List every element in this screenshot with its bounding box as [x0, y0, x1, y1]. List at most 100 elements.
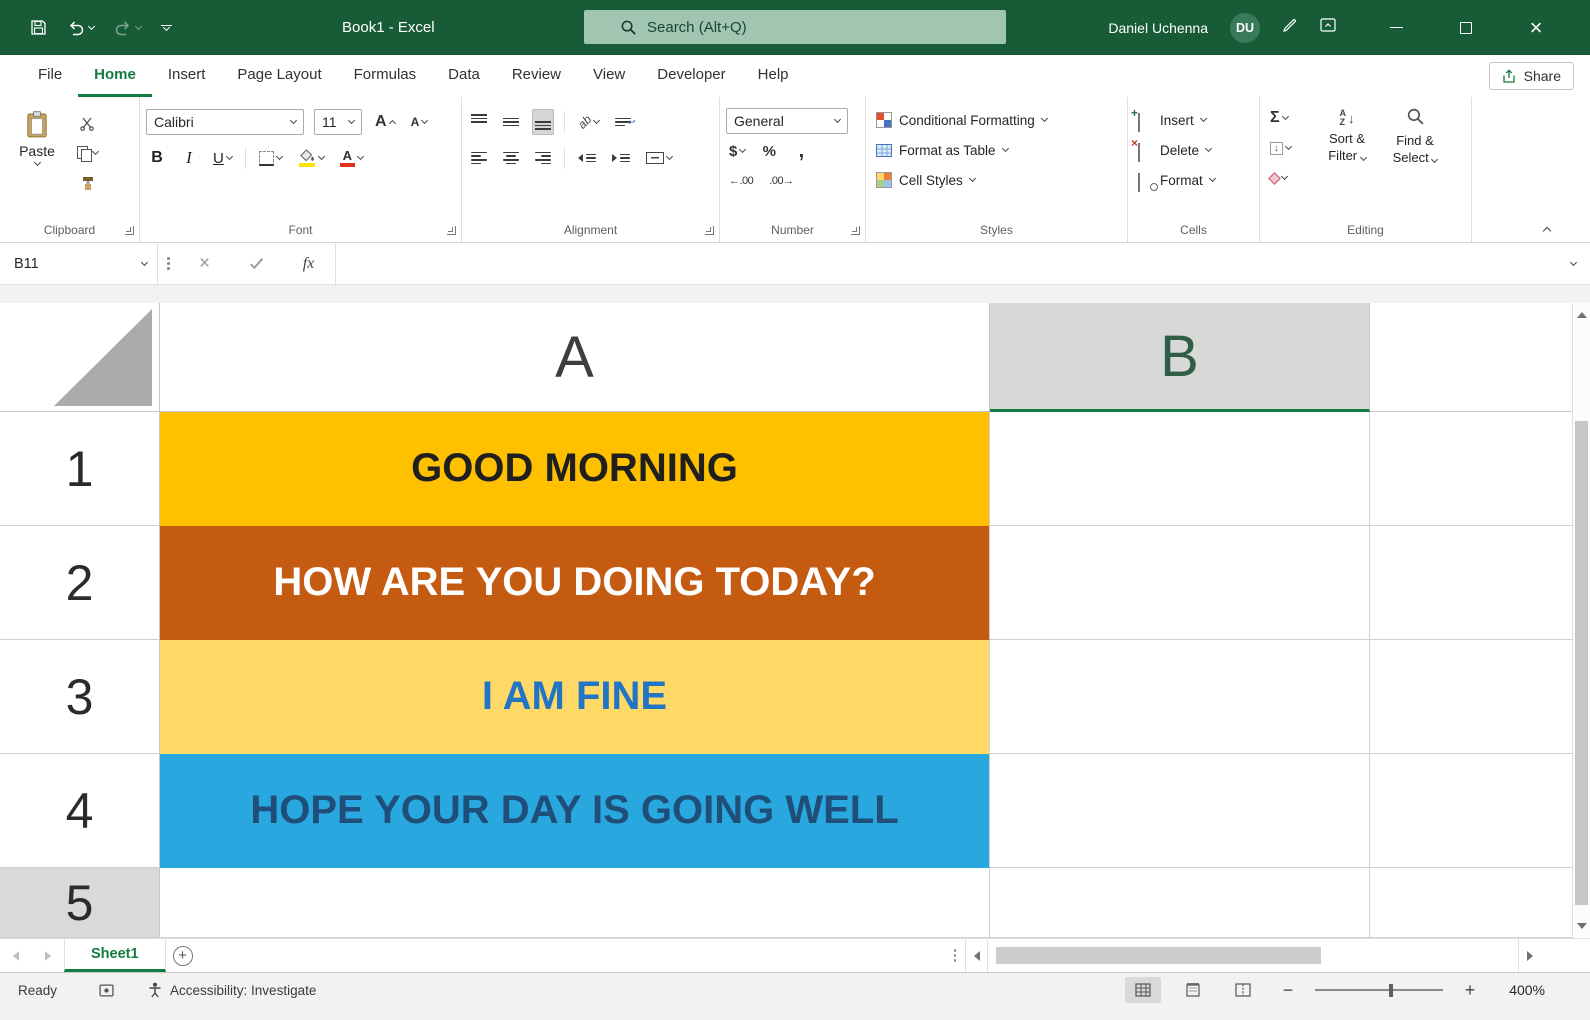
bottom-align-button[interactable] [532, 109, 554, 135]
paste-button[interactable]: Paste [6, 109, 68, 218]
tab-formulas[interactable]: Formulas [338, 55, 433, 97]
normal-view-button[interactable] [1125, 977, 1161, 1003]
select-all-button[interactable] [0, 303, 160, 412]
zoom-slider-thumb[interactable] [1389, 984, 1393, 997]
font-size-select[interactable]: 11 [314, 109, 362, 135]
search-box[interactable] [584, 10, 1006, 44]
row-header-1[interactable]: 1 [0, 412, 160, 526]
cell-b4[interactable] [990, 754, 1370, 868]
next-sheet-button[interactable] [32, 939, 64, 972]
cell-b3[interactable] [990, 640, 1370, 754]
cell-a1[interactable]: GOOD MORNING [160, 412, 990, 526]
macro-record-button[interactable] [99, 984, 114, 997]
cell-c3[interactable] [1370, 640, 1572, 754]
column-header-c[interactable] [1370, 303, 1572, 412]
increase-indent-button[interactable] [609, 145, 633, 171]
sort-filter-button[interactable]: AZ ↓ Sort & Filter [1314, 105, 1380, 218]
bold-button[interactable]: B [146, 145, 168, 171]
cell-c4[interactable] [1370, 754, 1572, 868]
new-sheet-button[interactable]: + [166, 939, 200, 972]
collapse-ribbon-icon[interactable] [1543, 227, 1551, 235]
redo-button[interactable] [114, 20, 141, 36]
previous-sheet-button[interactable] [0, 939, 32, 972]
number-dialog-launcher-icon[interactable] [851, 226, 860, 235]
clear-button[interactable] [1266, 165, 1312, 191]
horizontal-scrollbar[interactable] [965, 939, 1540, 972]
page-break-preview-button[interactable] [1225, 977, 1261, 1003]
alignment-dialog-launcher-icon[interactable] [705, 226, 714, 235]
orientation-button[interactable]: ab [575, 109, 602, 135]
tab-help[interactable]: Help [742, 55, 805, 97]
format-cells-button[interactable]: Format [1134, 165, 1253, 195]
cell-b1[interactable] [990, 412, 1370, 526]
find-select-button[interactable]: Find & Select [1382, 105, 1448, 218]
zoom-in-button[interactable]: + [1457, 980, 1483, 1001]
percent-style-button[interactable]: % [758, 138, 780, 164]
copy-button[interactable] [74, 141, 101, 165]
name-box[interactable]: B11 [0, 243, 158, 284]
top-align-button[interactable] [468, 109, 490, 135]
format-as-table-button[interactable]: Format as Table [872, 135, 1121, 165]
decrease-font-size-button[interactable]: A [408, 109, 431, 135]
cell-styles-button[interactable]: Cell Styles [872, 165, 1121, 195]
tab-review[interactable]: Review [496, 55, 577, 97]
accessibility-status[interactable]: Accessibility: Investigate [148, 982, 316, 998]
autosum-button[interactable]: Σ [1266, 105, 1312, 131]
zoom-out-button[interactable]: − [1275, 980, 1301, 1001]
row-header-2[interactable]: 2 [0, 526, 160, 640]
italic-button[interactable]: I [178, 145, 200, 171]
zoom-level-label[interactable]: 400% [1497, 982, 1545, 998]
scroll-right-button[interactable] [1518, 939, 1540, 972]
search-input[interactable] [637, 10, 1006, 44]
maximize-button[interactable] [1438, 0, 1494, 55]
horizontal-scrollbar-thumb[interactable] [996, 947, 1321, 964]
delete-cells-button[interactable]: × Delete [1134, 135, 1253, 165]
cancel-button[interactable]: × [179, 243, 231, 284]
cell-a5[interactable] [160, 868, 990, 938]
tab-view[interactable]: View [577, 55, 641, 97]
tab-developer[interactable]: Developer [641, 55, 741, 97]
formula-bar-grip[interactable] [158, 257, 179, 270]
scroll-up-button[interactable] [1573, 303, 1590, 327]
cut-button[interactable] [74, 111, 101, 135]
font-color-button[interactable]: A [337, 145, 366, 171]
cell-a3[interactable]: I AM FINE [160, 640, 990, 754]
tab-home[interactable]: Home [78, 55, 152, 97]
conditional-formatting-button[interactable]: Conditional Formatting [872, 105, 1121, 135]
horizontal-scroll-track[interactable] [988, 939, 1518, 972]
customize-quick-access-button[interactable] [161, 25, 172, 30]
align-center-button[interactable] [500, 145, 522, 171]
cell-a2[interactable]: HOW ARE YOU DOING TODAY? [160, 526, 990, 640]
expand-formula-bar-button[interactable] [1556, 263, 1590, 265]
close-button[interactable]: × [1508, 0, 1564, 55]
minimize-button[interactable] [1368, 0, 1424, 55]
align-right-button[interactable] [532, 145, 554, 171]
merge-center-button[interactable] [643, 145, 675, 171]
insert-function-button[interactable]: fx [283, 243, 335, 284]
number-format-select[interactable]: General [726, 108, 848, 134]
row-header-3[interactable]: 3 [0, 640, 160, 754]
accounting-format-button[interactable]: $ [726, 138, 748, 164]
decrease-indent-button[interactable] [575, 145, 599, 171]
save-button[interactable] [30, 19, 47, 36]
increase-font-size-button[interactable]: A [372, 109, 398, 135]
vertical-scrollbar[interactable] [1572, 303, 1590, 938]
undo-button[interactable] [67, 20, 94, 36]
fill-color-button[interactable] [295, 145, 327, 171]
tab-file[interactable]: File [22, 55, 78, 97]
tab-page-layout[interactable]: Page Layout [221, 55, 337, 97]
share-button[interactable]: Share [1489, 62, 1574, 90]
cell-c2[interactable] [1370, 526, 1572, 640]
underline-button[interactable]: U [210, 145, 235, 171]
formula-input[interactable] [336, 243, 1557, 284]
column-header-b[interactable]: B [990, 303, 1370, 412]
avatar[interactable]: DU [1230, 13, 1260, 43]
cell-c5[interactable] [1370, 868, 1572, 938]
clipboard-dialog-launcher-icon[interactable] [125, 226, 134, 235]
fill-button[interactable]: ↓ [1266, 135, 1312, 161]
cell-b2[interactable] [990, 526, 1370, 640]
cell-b5[interactable] [990, 868, 1370, 938]
enter-button[interactable] [231, 243, 283, 284]
row-header-4[interactable]: 4 [0, 754, 160, 868]
sheetbar-grip[interactable] [945, 949, 966, 962]
